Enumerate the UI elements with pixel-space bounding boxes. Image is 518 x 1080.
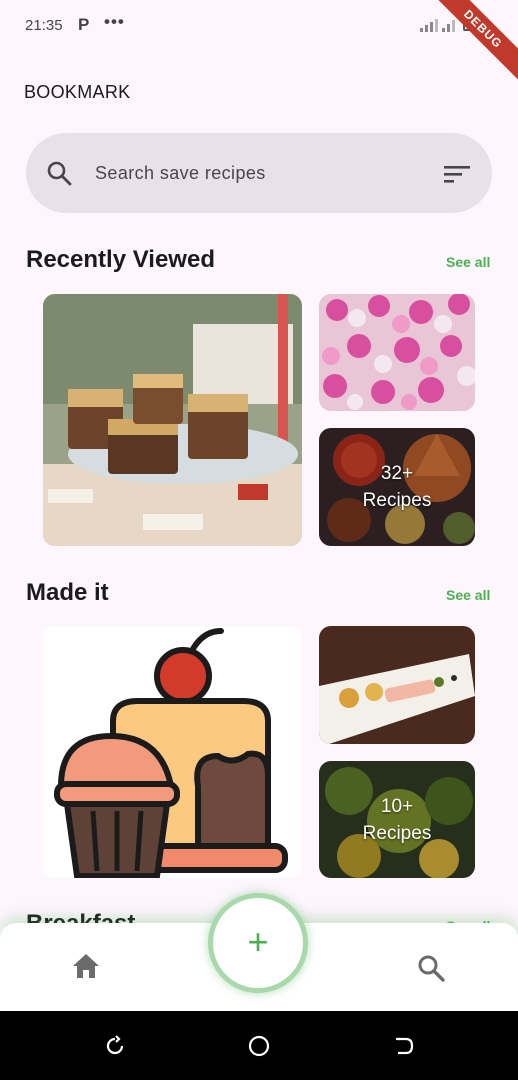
recipe-card-more-made-it[interactable]: 10+ Recipes — [319, 761, 475, 878]
more-label-recently-viewed: Recipes — [362, 490, 432, 511]
more-count-recently-viewed: 32+ — [380, 463, 414, 484]
plus-icon: + — [247, 921, 269, 962]
see-all-recently-viewed[interactable]: See all — [446, 254, 490, 270]
nav-search-icon[interactable] — [417, 954, 445, 982]
section-title-recently-viewed: Recently Viewed — [26, 246, 215, 273]
cake-bars-image — [43, 294, 302, 546]
more-notifications-icon: ••• — [104, 12, 125, 31]
system-navigation-bar — [0, 1011, 518, 1080]
recipe-card-dessert-illustration[interactable] — [43, 626, 302, 878]
plated-dish-image — [319, 626, 475, 744]
back-icon[interactable] — [392, 1035, 414, 1057]
moroccan-dishes-image — [319, 428, 475, 546]
home-button-icon[interactable] — [248, 1035, 270, 1057]
see-all-made-it[interactable]: See all — [446, 587, 490, 603]
more-label-made-it: Recipes — [362, 823, 432, 844]
recipe-card-cakes[interactable] — [43, 294, 302, 546]
greens-dish-image — [319, 761, 475, 878]
filter-icon[interactable] — [443, 164, 471, 184]
status-bar: 21:35 P ••• — [0, 0, 518, 52]
add-recipe-button[interactable]: + — [208, 893, 308, 993]
section-title-made-it: Made it — [26, 579, 109, 606]
search-input[interactable]: Search save recipes — [95, 163, 266, 184]
search-icon[interactable] — [46, 160, 72, 186]
dessert-illustration — [54, 628, 288, 878]
recipe-card-plated-dish[interactable] — [319, 626, 475, 744]
recipe-card-macarons[interactable] — [319, 294, 475, 411]
status-time: 21:35 — [25, 17, 63, 34]
more-count-made-it: 10+ — [380, 796, 414, 817]
recent-apps-icon[interactable] — [104, 1035, 126, 1057]
page-title: BOOKMARK — [24, 82, 131, 102]
home-icon[interactable] — [72, 953, 100, 979]
recipe-card-more-recently-viewed[interactable]: 32+ Recipes — [319, 428, 475, 546]
signal-icon — [420, 19, 455, 32]
macarons-image — [319, 294, 475, 411]
parking-icon: P — [78, 15, 90, 34]
